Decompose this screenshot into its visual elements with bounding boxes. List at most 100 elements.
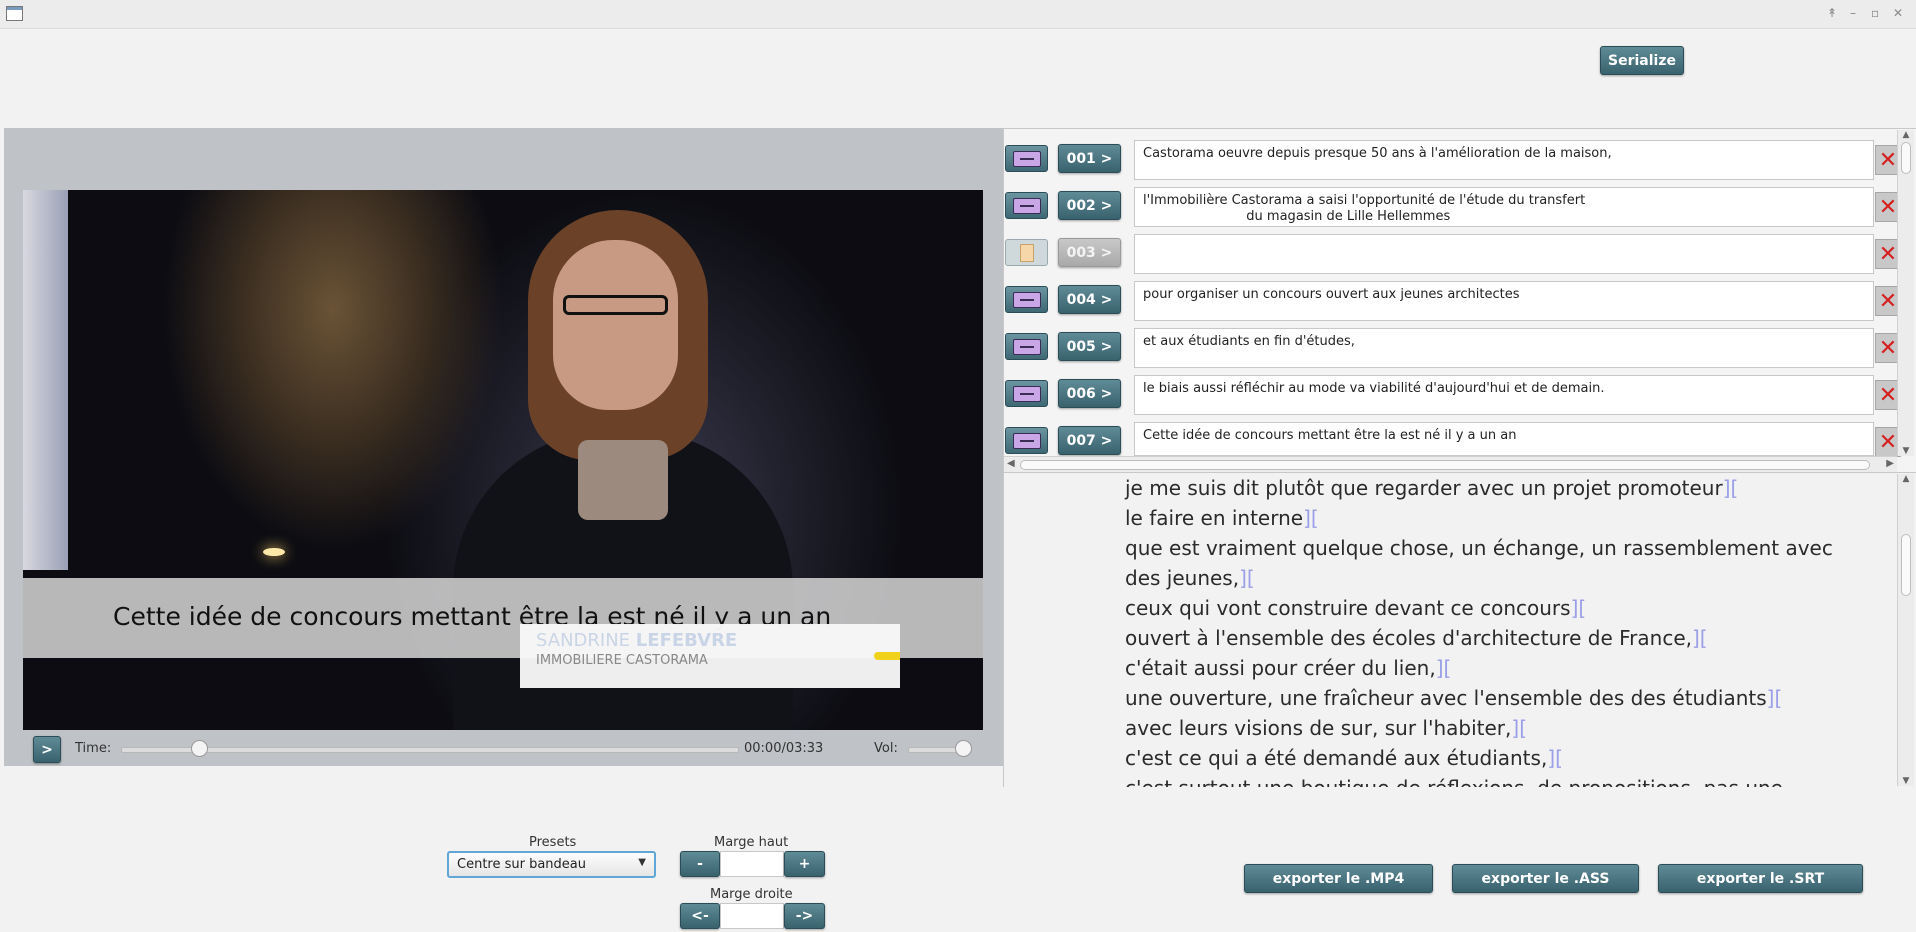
subtitle-number-button[interactable]: 003 > [1058, 238, 1121, 267]
script-line-text: c'est surtout une boutique de réflexions… [1125, 776, 1783, 787]
subtitle-text-field[interactable]: Cette idée de concours mettant être la e… [1134, 422, 1874, 456]
subtitle-number-button[interactable]: 006 > [1058, 379, 1121, 408]
marge-droite-left-button[interactable]: <- [680, 903, 720, 929]
time-value: 00:00/03:33 [744, 741, 824, 756]
minimize-icon[interactable]: – [1850, 6, 1856, 20]
marge-haut-minus-button[interactable]: - [680, 851, 720, 877]
script-line-text: ouvert à l'ensemble des écoles d'archite… [1125, 626, 1692, 650]
merge-glyph [1012, 338, 1041, 355]
segment-marker[interactable]: ][ [1547, 746, 1563, 770]
subtitle-number-button[interactable]: 007 > [1058, 426, 1121, 455]
time-slider-thumb[interactable] [191, 740, 208, 757]
subtitle-text-field[interactable]: pour organiser un concours ouvert aux je… [1134, 281, 1874, 321]
list-scroll-thumb[interactable] [1901, 142, 1911, 174]
file-icon[interactable] [1005, 239, 1048, 266]
script-line-text: le faire en interne [1125, 506, 1304, 530]
segment-marker[interactable]: ][ [1511, 716, 1527, 740]
segment-marker[interactable]: ][ [1767, 686, 1783, 710]
volume-slider-thumb[interactable] [955, 740, 972, 757]
list-vertical-scrollbar[interactable]: ▲ ▼ [1897, 130, 1914, 456]
glasses [563, 295, 668, 315]
script-scroll-down-icon[interactable]: ▼ [1898, 776, 1914, 786]
script-line: avec leurs visions de sur, sur l'habiter… [1125, 713, 1833, 743]
marge-haut-input[interactable] [720, 851, 784, 877]
chevron-down-icon[interactable]: ▼ [638, 857, 646, 868]
script-line: ceux qui vont construire devant ce conco… [1125, 593, 1833, 623]
merge-icon[interactable] [1005, 333, 1048, 360]
subtitle-number-button[interactable]: 002 > [1058, 191, 1121, 220]
lamp [263, 548, 285, 556]
list-scroll-down-icon[interactable]: ▼ [1898, 446, 1914, 456]
segment-marker[interactable]: ][ [1303, 506, 1319, 530]
script-line-text: que est vraiment quelque chose, un échan… [1125, 536, 1833, 560]
maximize-icon[interactable]: ▫ [1871, 6, 1879, 20]
file-glyph [1019, 243, 1034, 262]
script-line: c'est ce qui a été demandé aux étudiants… [1125, 743, 1833, 773]
export-mp4-button[interactable]: exporter le .MP4 [1244, 864, 1433, 893]
script-line-text: avec leurs visions de sur, sur l'habiter… [1125, 716, 1512, 740]
merge-glyph [1012, 385, 1041, 402]
presets-select[interactable]: Centre sur bandeau ▼ [447, 851, 656, 878]
lower-third-company: IMMOBILIERE CASTORAMA [536, 653, 708, 668]
merge-glyph [1012, 291, 1041, 308]
script-scroll-thumb[interactable] [1901, 534, 1911, 596]
segment-marker[interactable]: ][ [1436, 656, 1452, 680]
title-bar [0, 0, 1916, 29]
merge-glyph [1012, 150, 1041, 167]
person-face [553, 240, 678, 410]
merge-icon[interactable] [1005, 427, 1048, 454]
marge-droite-label: Marge droite [710, 887, 793, 902]
merge-glyph [1012, 197, 1041, 214]
subtitle-number-button[interactable]: 001 > [1058, 144, 1121, 173]
subtitle-text-field[interactable]: Castorama oeuvre depuis presque 50 ans à… [1134, 140, 1874, 180]
subtitle-number-button[interactable]: 004 > [1058, 285, 1121, 314]
script-line: que est vraiment quelque chose, un échan… [1125, 533, 1833, 563]
time-label: Time: [75, 741, 112, 756]
lower-third-first-name: SANDRINE [536, 630, 631, 651]
export-srt-button[interactable]: exporter le .SRT [1658, 864, 1863, 893]
segment-marker[interactable]: ][ [1239, 566, 1255, 590]
marge-haut-label: Marge haut [714, 835, 789, 850]
subtitle-number-button[interactable]: 005 > [1058, 332, 1121, 361]
subtitle-text-field[interactable]: l'Immobilière Castorama a saisi l'opport… [1134, 187, 1874, 227]
script-line-text: je me suis dit plutôt que regarder avec … [1125, 476, 1723, 500]
script-scroll-up-icon[interactable]: ▲ [1898, 474, 1914, 484]
script-line-text: c'est ce qui a été demandé aux étudiants… [1125, 746, 1548, 770]
list-scroll-right-icon[interactable]: ▶ [1886, 458, 1894, 469]
merge-icon[interactable] [1005, 192, 1048, 219]
close-window-icon[interactable]: ✕ [1893, 6, 1903, 20]
merge-icon[interactable] [1005, 286, 1048, 313]
segment-marker[interactable]: ][ [1723, 476, 1739, 500]
script-line: je me suis dit plutôt que regarder avec … [1125, 473, 1833, 503]
segment-marker[interactable]: ][ [1571, 596, 1587, 620]
keep-above-icon[interactable]: ↟ [1827, 6, 1837, 20]
list-horizontal-scrollbar[interactable]: ◀ ▶ [1004, 456, 1897, 473]
list-hscroll-thumb[interactable] [1020, 460, 1870, 470]
serialize-button[interactable]: Serialize [1600, 46, 1684, 75]
list-scroll-up-icon[interactable]: ▲ [1898, 130, 1914, 140]
script-line-text: des jeunes, [1125, 566, 1240, 590]
app-window-icon [6, 6, 23, 21]
marge-droite-right-button[interactable]: -> [784, 903, 825, 929]
script-line: le faire en interne][ [1125, 503, 1833, 533]
subtitle-text-field[interactable]: et aux étudiants en fin d'études, [1134, 328, 1874, 368]
script-vertical-scrollbar[interactable]: ▲ ▼ [1897, 474, 1914, 786]
script-text-panel[interactable]: je me suis dit plutôt que regarder avec … [1003, 472, 1916, 787]
marge-haut-plus-button[interactable]: + [784, 851, 825, 877]
presets-label: Presets [529, 835, 577, 850]
lower-third-last-name: LEFEBVRE [635, 630, 738, 651]
merge-icon[interactable] [1005, 380, 1048, 407]
merge-glyph [1012, 432, 1041, 449]
time-slider-track[interactable] [121, 747, 739, 753]
list-scroll-left-icon[interactable]: ◀ [1007, 458, 1015, 469]
play-button[interactable]: > [33, 736, 61, 763]
script-line: c'est surtout une boutique de réflexions… [1125, 773, 1833, 787]
script-line-text: c'était aussi pour créer du lien, [1125, 656, 1436, 680]
lower-third-accent [874, 652, 900, 660]
merge-icon[interactable] [1005, 145, 1048, 172]
export-ass-button[interactable]: exporter le .ASS [1452, 864, 1639, 893]
segment-marker[interactable]: ][ [1692, 626, 1708, 650]
marge-droite-input[interactable] [720, 903, 784, 929]
subtitle-text-field[interactable] [1134, 234, 1874, 274]
subtitle-text-field[interactable]: le biais aussi réfléchir au mode va viab… [1134, 375, 1874, 415]
